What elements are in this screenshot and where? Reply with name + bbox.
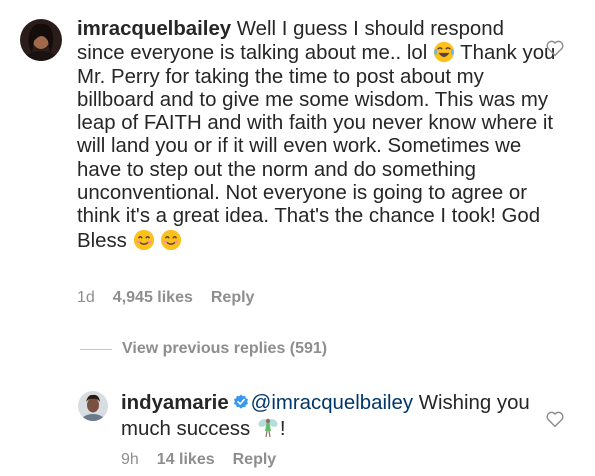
reply-button[interactable]: Reply <box>211 289 255 306</box>
likes-count[interactable]: 14 likes <box>157 451 215 468</box>
like-heart-icon[interactable] <box>545 410 565 428</box>
mention-link[interactable]: @imracquelbailey <box>251 392 413 414</box>
comment-username[interactable]: imracquelbailey <box>77 18 231 40</box>
avatar-indyamarie[interactable] <box>78 391 108 421</box>
view-previous-replies[interactable]: View previous replies (591) <box>80 340 327 358</box>
comment-text-2: indyamarie @imracquelbailey Wishing you m… <box>121 392 541 442</box>
view-previous-replies-label[interactable]: View previous replies (591) <box>122 340 327 358</box>
comment-time[interactable]: 9h <box>121 451 139 468</box>
smiling-face-icon <box>133 229 155 251</box>
comment-username[interactable]: indyamarie <box>121 392 229 414</box>
avatar-imracquelbailey[interactable] <box>20 19 62 61</box>
like-heart-icon[interactable] <box>545 39 565 57</box>
verified-badge-icon <box>233 394 249 410</box>
face-with-tears-of-joy-icon <box>433 41 455 63</box>
replies-divider <box>80 348 112 350</box>
comment-text-1: imracquelbailey Well I guess I should re… <box>77 18 557 253</box>
fairy-icon <box>256 415 280 439</box>
comment-meta-2: 9h 14 likes Reply <box>121 451 294 469</box>
comment-body-end: ! <box>279 418 286 441</box>
comment-meta-1: 1d 4,945 likes Reply <box>77 289 272 307</box>
likes-count[interactable]: 4,945 likes <box>113 289 193 306</box>
reply-button[interactable]: Reply <box>233 451 277 468</box>
smiling-face-icon <box>160 229 182 251</box>
comment-time[interactable]: 1d <box>77 289 95 306</box>
comment-body-part2: Thank you Mr. Perry for taking the time … <box>77 42 556 252</box>
